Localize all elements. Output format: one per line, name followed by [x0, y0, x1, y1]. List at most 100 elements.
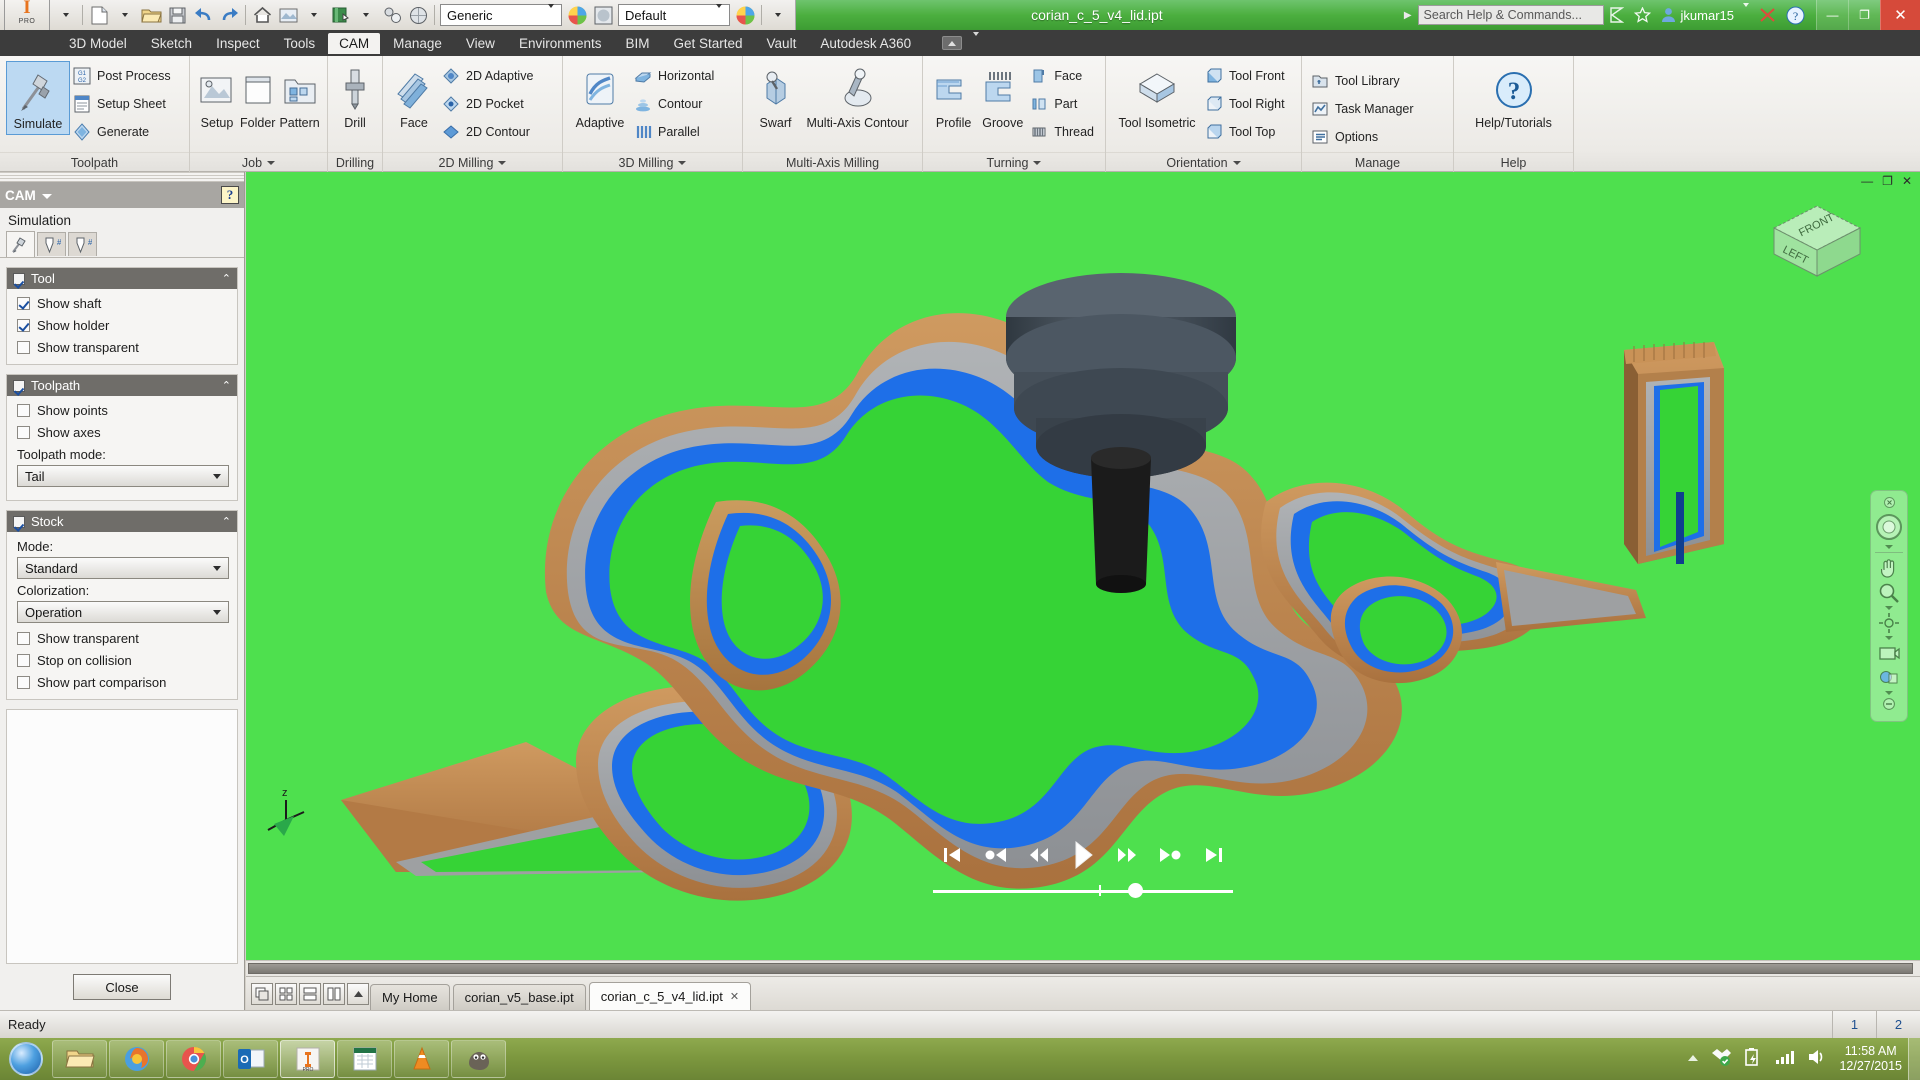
new-file-icon[interactable] — [86, 3, 112, 27]
orbit-icon[interactable] — [1874, 611, 1904, 635]
checkbox-row-show-shaft[interactable]: Show shaft — [17, 296, 229, 311]
navbar-close-icon[interactable] — [1874, 495, 1904, 509]
chevron-down-icon[interactable] — [1033, 160, 1042, 165]
checkbox-row-show-holder[interactable]: Show holder — [17, 318, 229, 333]
a360-chip-dropdown-icon[interactable] — [962, 31, 990, 54]
show-shaft-checkbox[interactable] — [17, 297, 30, 310]
skip-to-end-button[interactable] — [1199, 838, 1229, 872]
chevron-down-icon[interactable] — [267, 160, 276, 165]
look-camera-icon[interactable] — [1874, 641, 1904, 665]
tool-show-transparent-checkbox[interactable] — [17, 341, 30, 354]
show-points-checkbox[interactable] — [17, 404, 30, 417]
stock-mode-select[interactable]: Standard — [17, 557, 229, 579]
2d-adaptive-button[interactable]: 2D Adaptive — [439, 62, 538, 90]
ribbon-tab-environments[interactable]: Environments — [508, 33, 613, 54]
scrollbar-thumb[interactable] — [248, 963, 1913, 974]
ribbon-tab-bim[interactable]: BIM — [614, 33, 660, 54]
open-folder-icon[interactable] — [138, 3, 164, 27]
options-button[interactable]: Options — [1308, 123, 1419, 151]
checkbox-row-show-axes[interactable]: Show axes — [17, 425, 229, 440]
show-hidden-icons-button[interactable] — [1687, 1050, 1699, 1068]
user-avatar[interactable] — [1656, 7, 1681, 23]
post-process-button[interactable]: G1 G2 Post Process — [70, 62, 176, 90]
show-axes-checkbox[interactable] — [17, 426, 30, 439]
colorization-select[interactable]: Operation — [17, 601, 229, 623]
folder-button[interactable]: Folder — [238, 61, 277, 133]
zoom-magnifier-icon[interactable] — [1874, 581, 1904, 605]
pattern-button[interactable]: Pattern — [277, 61, 321, 133]
minimize-button[interactable]: — — [1816, 0, 1848, 30]
ribbon-tab-tools[interactable]: Tools — [273, 33, 327, 54]
swarf-button[interactable]: Swarf — [751, 61, 801, 133]
volume-tray-icon[interactable] — [1807, 1048, 1827, 1071]
2d-contour-button[interactable]: 2D Contour — [439, 118, 538, 146]
taskbar-clock[interactable]: 11:58 AM 12/27/2015 — [1839, 1044, 1902, 1074]
contour-button[interactable]: Contour — [631, 90, 719, 118]
chevron-up-icon[interactable]: ⌃ — [222, 272, 231, 285]
skip-to-start-button[interactable] — [937, 838, 967, 872]
search-expand-icon[interactable]: ▶ — [1398, 10, 1418, 21]
generate-button[interactable]: Generate — [70, 118, 176, 146]
new-file-dropdown-icon[interactable] — [112, 3, 138, 27]
color-wheel-icon[interactable] — [564, 3, 590, 27]
exchange-apps-icon[interactable] — [1754, 7, 1781, 23]
fast-forward-button[interactable] — [1112, 838, 1142, 872]
chevron-down-icon[interactable] — [498, 160, 507, 165]
step-forward-operation-button[interactable] — [1155, 838, 1185, 872]
doc-tab-corian-v5-base[interactable]: corian_v5_base.ipt — [452, 984, 586, 1010]
excel-taskbar-button[interactable] — [337, 1040, 392, 1078]
horizontal-button[interactable]: Horizontal — [631, 62, 719, 90]
restore-button[interactable]: ❐ — [1848, 0, 1880, 30]
ribbon-tab-manage[interactable]: Manage — [382, 33, 453, 54]
help-tutorials-button[interactable]: ? Help/Tutorials — [1462, 61, 1566, 134]
checkbox-row-show-part-comparison[interactable]: Show part comparison — [17, 675, 229, 690]
turning-thread-button[interactable]: Thread — [1027, 118, 1099, 146]
dock-grip-handle[interactable] — [0, 172, 244, 182]
undo-arrow-icon[interactable] — [190, 3, 216, 27]
play-button[interactable] — [1068, 838, 1098, 872]
ribbon-tab-get-started[interactable]: Get Started — [663, 33, 754, 54]
gimp-taskbar-button[interactable] — [451, 1040, 506, 1078]
chrome-taskbar-button[interactable] — [166, 1040, 221, 1078]
adaptive-button[interactable]: Adaptive — [569, 61, 631, 133]
app-menu-dropdown[interactable] — [53, 3, 79, 27]
parallel-button[interactable]: Parallel — [631, 118, 719, 146]
group-toolpath-checkbox[interactable] — [13, 379, 25, 392]
appearance-dropdown-icon[interactable] — [301, 3, 327, 27]
outlook-taskbar-button[interactable]: O — [223, 1040, 278, 1078]
task-manager-button[interactable]: Task Manager — [1308, 95, 1419, 123]
tab-tool-1[interactable]: # — [37, 232, 66, 256]
group-stock-header[interactable]: Stock ⌃ — [7, 511, 237, 532]
help-circle-icon[interactable]: ? — [1781, 6, 1810, 25]
tile-horizontal-button[interactable] — [299, 983, 321, 1005]
search-input[interactable]: Search Help & Commands... — [1417, 5, 1604, 25]
a360-status-chip[interactable] — [942, 36, 963, 50]
turning-face-button[interactable]: Face — [1027, 62, 1099, 90]
tile-vertical-button[interactable] — [323, 983, 345, 1005]
tab-scroll-up-button[interactable] — [347, 983, 369, 1005]
cascade-windows-button[interactable] — [251, 983, 273, 1005]
book-dropdown-icon[interactable] — [353, 3, 379, 27]
chevron-down-icon[interactable] — [678, 160, 687, 165]
status-cell-2[interactable]: 2 — [1876, 1010, 1920, 1039]
stock-show-transparent-checkbox[interactable] — [17, 632, 30, 645]
close-icon[interactable]: ✕ — [730, 990, 739, 1003]
parameters-icon[interactable] — [379, 3, 405, 27]
ribbon-tab-autodesk-a360[interactable]: Autodesk A360 — [809, 33, 922, 54]
inventor-app-logo[interactable]: I PRO — [4, 0, 50, 34]
home-icon[interactable] — [249, 3, 275, 27]
groove-button[interactable]: Groove — [978, 61, 1027, 133]
doc-tab-corian-c-5-v4-lid[interactable]: corian_c_5_v4_lid.ipt ✕ — [588, 982, 752, 1010]
tool-front-button[interactable]: Tool Front — [1202, 62, 1290, 90]
dropbox-tray-icon[interactable] — [1711, 1047, 1732, 1072]
tool-top-button[interactable]: Tool Top — [1202, 118, 1290, 146]
sphere-style-icon[interactable] — [405, 3, 431, 27]
group-tool-checkbox[interactable] — [13, 272, 25, 285]
rewind-button[interactable] — [1024, 838, 1054, 872]
checkbox-row-stop-on-collision[interactable]: Stop on collision — [17, 653, 229, 668]
save-disk-icon[interactable] — [164, 3, 190, 27]
face-button[interactable]: Face — [389, 61, 439, 133]
show-desktop-button[interactable] — [1908, 1038, 1920, 1080]
vlc-taskbar-button[interactable] — [394, 1040, 449, 1078]
network-tray-icon[interactable] — [1775, 1049, 1795, 1070]
